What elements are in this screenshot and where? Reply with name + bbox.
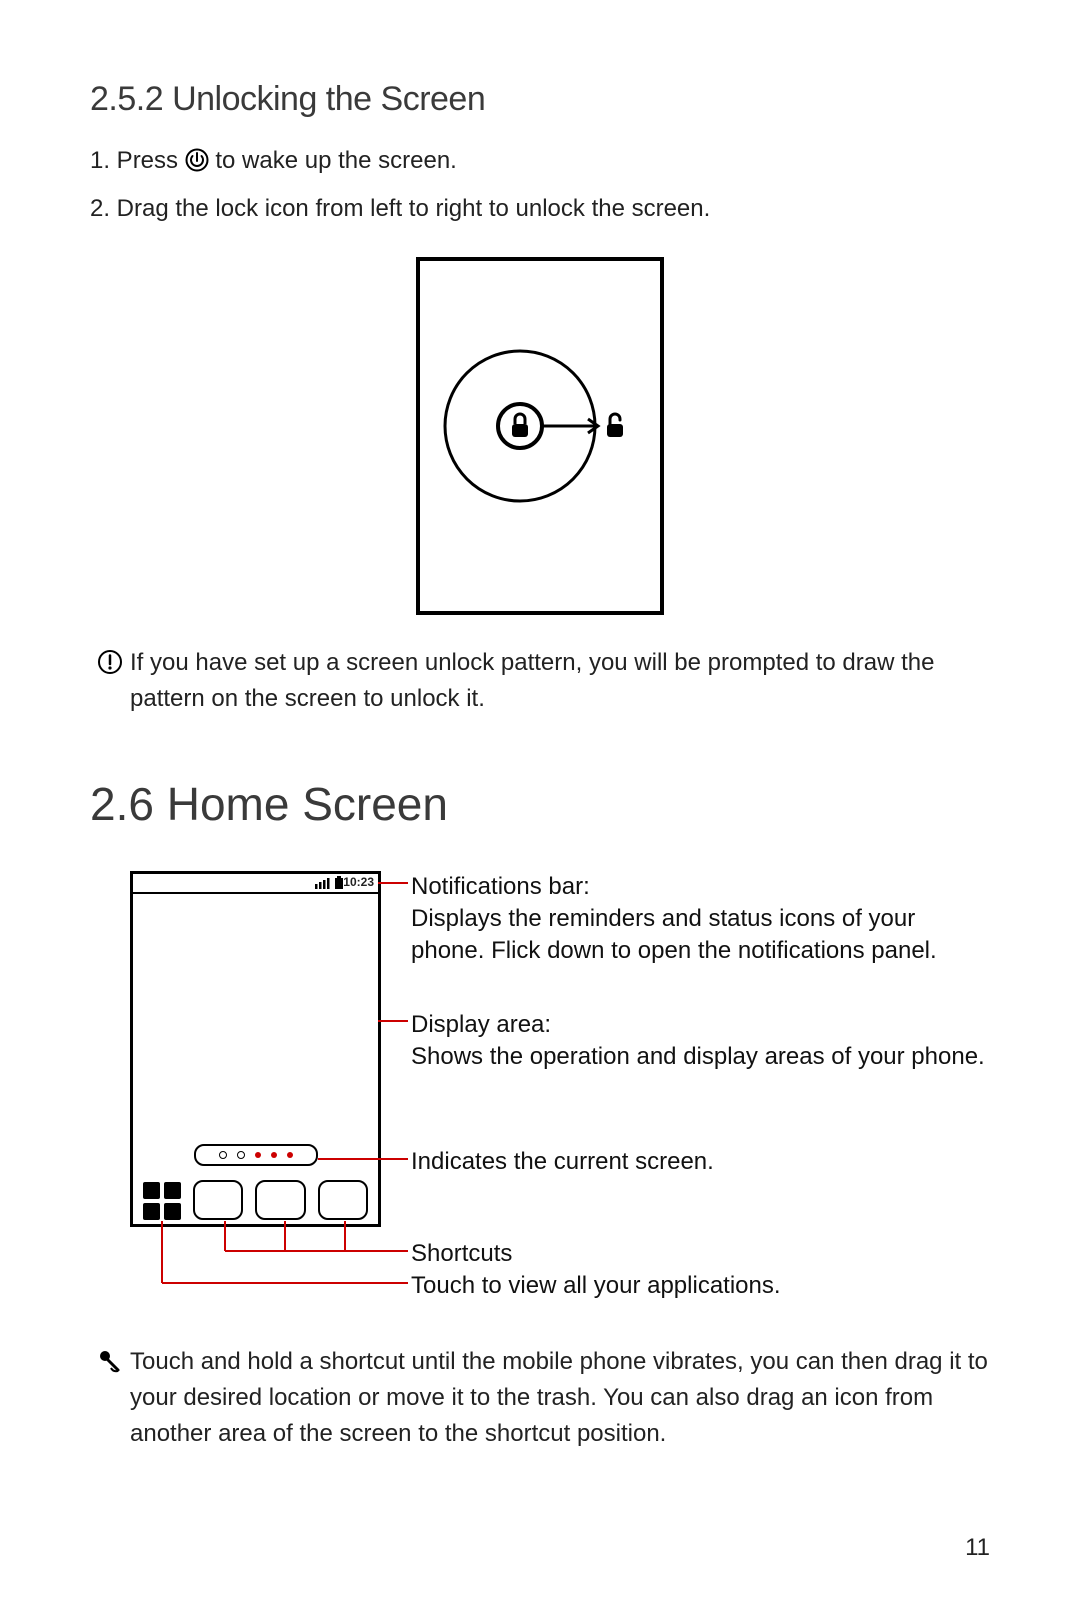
note-unlock-pattern: If you have set up a screen unlock patte… (90, 645, 990, 717)
tip-shortcut-drag: Touch and hold a shortcut until the mobi… (90, 1344, 990, 1452)
dock (143, 1176, 368, 1220)
heading-252: 2.5.2 Unlocking the Screen (90, 80, 990, 119)
apps-grid-icon (143, 1182, 181, 1220)
page-number: 11 (965, 1534, 990, 1562)
signal-icon (315, 878, 330, 889)
dock-shortcut-3 (318, 1180, 368, 1220)
step-2: 2. Drag the lock icon from left to right… (90, 191, 990, 227)
power-icon (185, 147, 209, 183)
label-display-area: Display area: Shows the operation and di… (411, 1009, 985, 1073)
callout-labels: Notifications bar: Displays the reminder… (381, 871, 990, 1296)
battery-icon (335, 876, 343, 889)
info-icon (90, 645, 130, 675)
label-apps: Touch to view all your applications. (411, 1270, 781, 1302)
status-time: 10:23 (343, 875, 374, 889)
manual-page: 2.5.2 Unlocking the Screen 1. Press to w… (0, 0, 1080, 1617)
status-bar: 10:23 (133, 874, 378, 894)
dock-shortcut-1 (193, 1180, 243, 1220)
label-notifications: Notifications bar: Displays the reminder… (411, 871, 990, 967)
figure-home-screen: 10:23 (130, 871, 990, 1296)
dock-shortcut-2 (255, 1180, 305, 1220)
step-1: 1. Press to wake up the screen. (90, 143, 990, 183)
phone-outline: 10:23 (130, 871, 381, 1227)
label-shortcuts: Shortcuts (411, 1238, 512, 1270)
lock-closed-icon (512, 414, 528, 437)
label-page-indicator: Indicates the current screen. (411, 1146, 714, 1178)
figure-unlock-phone (416, 257, 664, 615)
step1-suffix: to wake up the screen. (215, 147, 456, 174)
note-text: If you have set up a screen unlock patte… (130, 645, 990, 717)
tip-text: Touch and hold a shortcut until the mobi… (130, 1344, 990, 1452)
lock-open-icon (607, 414, 623, 437)
page-indicator (194, 1144, 318, 1166)
tip-icon (90, 1344, 130, 1376)
step1-prefix: 1. Press (90, 147, 185, 174)
heading-26: 2.6 Home Screen (90, 777, 990, 831)
